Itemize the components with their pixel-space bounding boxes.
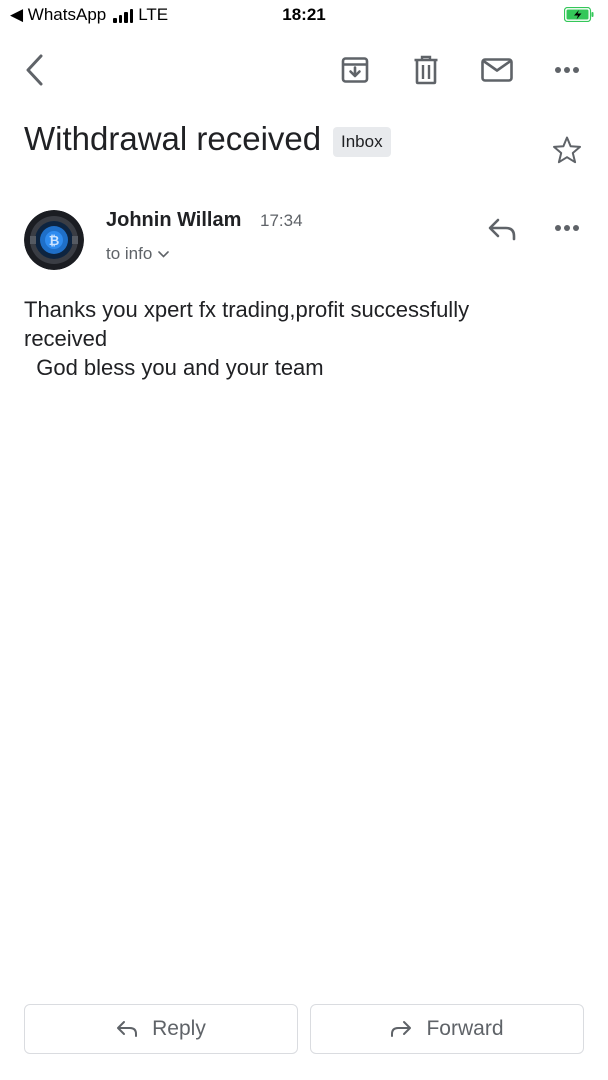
trash-icon <box>414 55 438 85</box>
mark-unread-button[interactable] <box>477 51 517 89</box>
forward-icon <box>391 1021 412 1037</box>
forward-button-label: Forward <box>426 1017 504 1040</box>
body-line: Thanks you xpert fx trading,profit succe… <box>24 297 470 322</box>
recipient-label: to info <box>106 244 153 263</box>
chevron-down-icon <box>158 250 170 258</box>
sender-avatar[interactable]: ₿ <box>24 210 84 270</box>
reply-button-label: Reply <box>152 1017 206 1040</box>
more-icon <box>555 225 579 231</box>
delete-button[interactable] <box>407 51 445 89</box>
bitcoin-avatar-icon: ₿ <box>24 210 84 270</box>
status-time: 18:21 <box>282 5 326 24</box>
more-icon <box>555 67 579 73</box>
reply-icon <box>117 1021 138 1037</box>
back-button[interactable] <box>14 50 54 90</box>
inbox-label-chip[interactable]: Inbox <box>333 127 391 157</box>
sender-name[interactable]: Johnin Willam <box>106 209 241 232</box>
more-options-button[interactable] <box>548 58 586 82</box>
message-more-button[interactable] <box>548 216 586 240</box>
back-arrow-icon <box>26 54 43 86</box>
body-line: God bless you and your team <box>24 355 324 380</box>
star-button[interactable] <box>548 131 586 169</box>
battery-icon <box>564 7 594 22</box>
forward-button[interactable]: Forward <box>310 1004 584 1054</box>
email-subject: Withdrawal received <box>24 120 322 157</box>
archive-button[interactable] <box>336 51 374 89</box>
reply-icon <box>488 218 516 241</box>
recipient-toggle[interactable]: to info <box>106 244 170 264</box>
reply-icon-button[interactable] <box>482 210 522 248</box>
email-body: Thanks you xpert fx trading,profit succe… <box>24 295 584 382</box>
svg-text:₿: ₿ <box>49 234 60 249</box>
email-time: 17:34 <box>260 211 303 230</box>
archive-icon <box>341 57 369 83</box>
star-icon <box>553 136 581 164</box>
body-line: received <box>24 326 108 351</box>
status-bar: ◀ WhatsApp LTE 18:21 <box>0 0 608 32</box>
mail-icon <box>481 58 513 82</box>
reply-button[interactable]: Reply <box>24 1004 298 1054</box>
